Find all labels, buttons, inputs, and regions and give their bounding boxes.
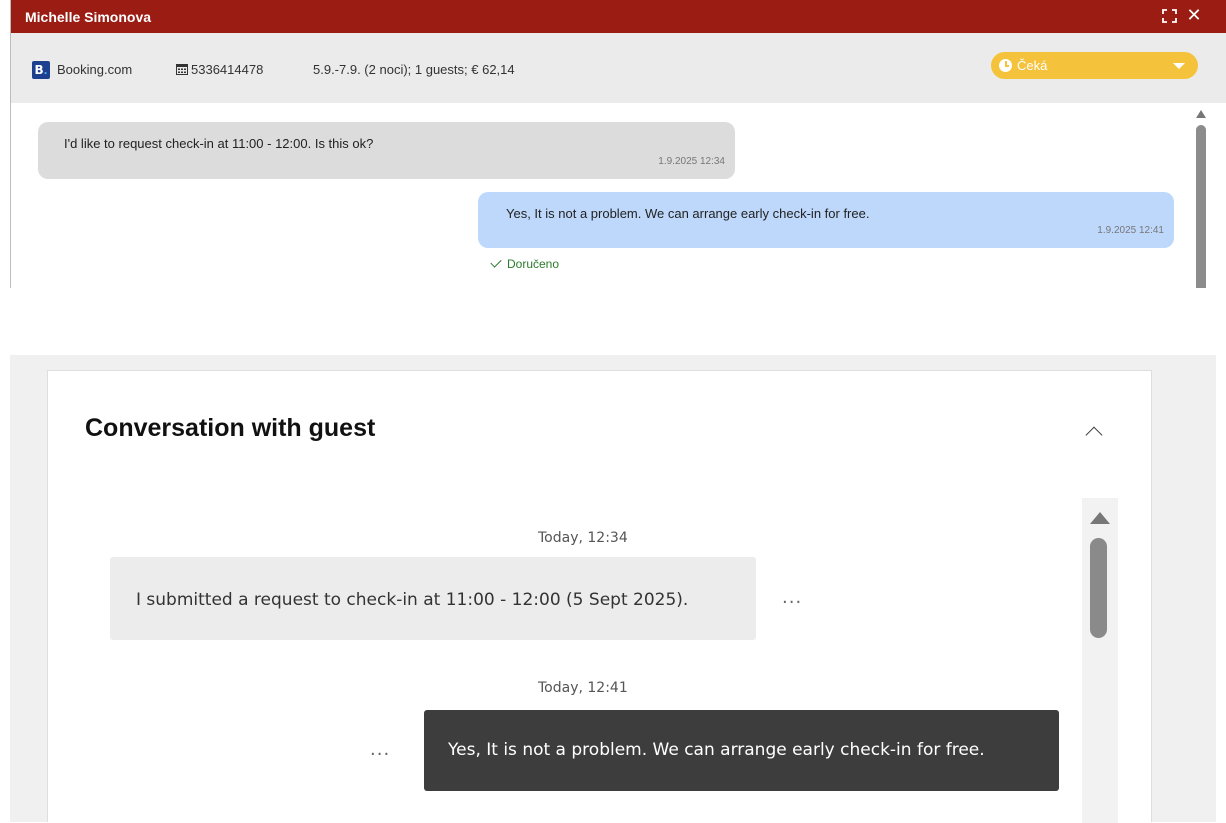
close-icon[interactable]: ✕ bbox=[1185, 6, 1203, 24]
more-options-icon[interactable]: ... bbox=[370, 739, 390, 760]
message-time: 1.9.2025 12:34 bbox=[658, 156, 725, 167]
clock-icon bbox=[999, 59, 1012, 72]
message-time: 1.9.2025 12:41 bbox=[1097, 225, 1164, 236]
outgoing-message: Yes, It is not a problem. We can arrange… bbox=[424, 710, 1059, 791]
maximize-icon[interactable] bbox=[1162, 9, 1177, 23]
status-label: Čeká bbox=[1017, 58, 1048, 73]
reservation-info-bar: B. Booking.com 5336414478 5.9.-7.9. (2 n… bbox=[11, 33, 1226, 103]
scrollbar-thumb[interactable] bbox=[1090, 538, 1107, 638]
conversation-card: Conversation with guest Today, 12:34 I s… bbox=[47, 370, 1152, 823]
chevron-up-icon[interactable] bbox=[1085, 426, 1103, 444]
message-text: I submitted a request to check-in at 11:… bbox=[136, 590, 689, 610]
checkmark-icon bbox=[490, 256, 502, 268]
message-text: Yes, It is not a problem. We can arrange… bbox=[506, 206, 870, 221]
reservation-chat-window: Michelle Simonova ✕ B. Booking.com 53364… bbox=[10, 0, 1226, 288]
channel-name: Booking.com bbox=[57, 62, 133, 77]
guest-name-title: Michelle Simonova bbox=[25, 9, 152, 25]
incoming-message: I'd like to request check-in at 11:00 - … bbox=[38, 122, 735, 179]
delivery-label: Doručeno bbox=[507, 257, 560, 271]
scroll-up-arrow-icon[interactable] bbox=[1196, 110, 1206, 118]
message-text: I'd like to request check-in at 11:00 - … bbox=[64, 136, 374, 151]
card-heading: Conversation with guest bbox=[85, 414, 376, 442]
calendar-icon bbox=[176, 64, 188, 75]
window-titlebar: Michelle Simonova ✕ bbox=[11, 0, 1226, 33]
message-timestamp: Today, 12:34 bbox=[538, 530, 628, 546]
status-dropdown[interactable]: Čeká bbox=[991, 52, 1198, 79]
chevron-down-icon bbox=[1173, 63, 1185, 69]
message-timestamp: Today, 12:41 bbox=[538, 680, 628, 696]
more-options-icon[interactable]: ... bbox=[782, 587, 802, 608]
outgoing-message: Yes, It is not a problem. We can arrange… bbox=[478, 192, 1174, 248]
scroll-up-arrow-icon[interactable] bbox=[1090, 512, 1110, 524]
scrollbar-thumb[interactable] bbox=[1196, 125, 1206, 288]
message-text: Yes, It is not a problem. We can arrange… bbox=[448, 740, 985, 760]
stay-summary: 5.9.-7.9. (2 noci); 1 guests; € 62,14 bbox=[313, 62, 515, 77]
booking-logo-icon: B. bbox=[32, 61, 50, 79]
conversation-scrollbar[interactable] bbox=[1082, 498, 1118, 823]
reservation-id[interactable]: 5336414478 bbox=[191, 62, 263, 77]
delivery-status: Doručeno bbox=[490, 256, 560, 271]
incoming-message: I submitted a request to check-in at 11:… bbox=[110, 557, 756, 640]
